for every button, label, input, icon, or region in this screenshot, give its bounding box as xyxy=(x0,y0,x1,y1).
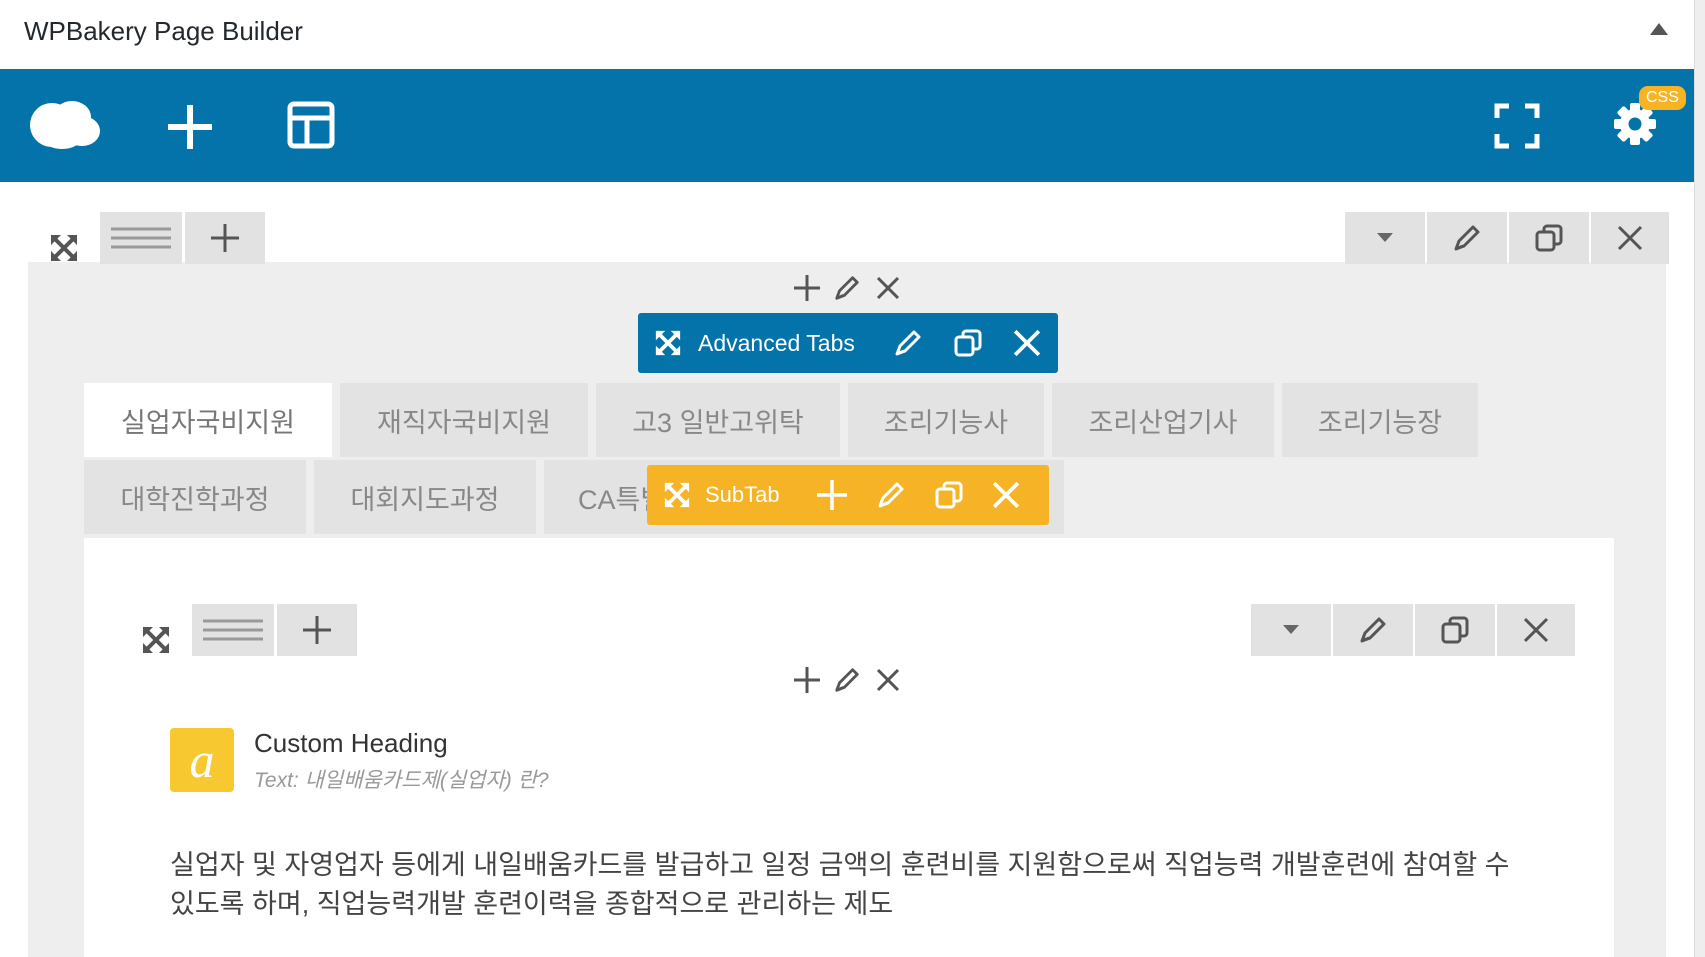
row-clone-button[interactable] xyxy=(1509,212,1589,264)
row-edit-button[interactable] xyxy=(1427,212,1507,264)
tab-unemployed-support[interactable]: 실업자국비지원 xyxy=(84,383,332,457)
inner-row-add-column-button[interactable] xyxy=(277,604,357,656)
advanced-tabs-edit-icon[interactable] xyxy=(893,328,923,358)
row-expand-icon[interactable] xyxy=(44,222,84,274)
text-block-content[interactable]: 실업자 및 자영업자 등에게 내일배움카드를 발급하고 일정 금액의 훈련비를 … xyxy=(170,846,1510,924)
css-badge[interactable]: CSS xyxy=(1639,86,1686,110)
row-delete-button[interactable] xyxy=(1591,212,1669,264)
tab-competition-coaching[interactable]: 대회지도과정 xyxy=(314,460,536,534)
add-element-icon[interactable] xyxy=(166,103,214,151)
tab-high-school-consignment[interactable]: 고3 일반고위탁 xyxy=(596,383,840,457)
subtab-clone-icon[interactable] xyxy=(934,480,964,510)
advanced-tabs-bar[interactable]: Advanced Tabs xyxy=(638,313,1058,373)
subtab-bar[interactable]: SubTab xyxy=(647,465,1049,525)
advanced-tabs-move-icon[interactable] xyxy=(654,329,682,357)
tab-employed-support[interactable]: 재직자국비지원 xyxy=(340,383,588,457)
inner-column-delete-icon[interactable] xyxy=(871,662,905,698)
inner-column-edit-icon[interactable] xyxy=(830,662,864,698)
row-add-column-button[interactable] xyxy=(185,212,265,264)
advanced-tabs-label: Advanced Tabs xyxy=(698,329,855,356)
inner-row-clone-button[interactable] xyxy=(1415,604,1495,656)
inner-row-toggle-button[interactable] xyxy=(1251,604,1331,656)
tab-cook-industrial-engineer[interactable]: 조리산업기사 xyxy=(1052,383,1274,457)
fullscreen-icon[interactable] xyxy=(1494,103,1540,149)
templates-icon[interactable] xyxy=(287,101,335,149)
custom-heading-icon[interactable]: a xyxy=(170,728,234,792)
column-delete-icon[interactable] xyxy=(871,270,905,306)
collapse-arrow-icon[interactable] xyxy=(1650,22,1668,36)
page-builder-header: WPBakery Page Builder xyxy=(0,0,1694,69)
tab-university-admission[interactable]: 대학진학과정 xyxy=(84,460,306,534)
builder-toolbar: CSS xyxy=(0,69,1694,182)
subtab-move-icon[interactable] xyxy=(663,481,691,509)
row-drag-handle[interactable] xyxy=(100,212,182,264)
tab-cook-technician[interactable]: 조리기능사 xyxy=(848,383,1044,457)
row-toggle-button[interactable] xyxy=(1345,212,1425,264)
custom-heading-subtitle: Text: 내일배움카드제(실업자) 란? xyxy=(254,769,549,792)
tab-cook-master[interactable]: 조리기능장 xyxy=(1282,383,1478,457)
subtab-add-icon[interactable] xyxy=(816,479,848,511)
subtab-label: SubTab xyxy=(705,482,780,507)
column-add-icon[interactable] xyxy=(790,270,824,306)
advanced-tabs-delete-icon[interactable] xyxy=(1013,329,1041,357)
advanced-tabs-clone-icon[interactable] xyxy=(953,328,983,358)
inner-column-add-icon[interactable] xyxy=(790,662,824,698)
custom-heading-title[interactable]: Custom Heading xyxy=(254,728,448,759)
inner-row-delete-button[interactable] xyxy=(1497,604,1575,656)
subtab-edit-icon[interactable] xyxy=(876,480,906,510)
inner-row-drag-handle[interactable] xyxy=(192,604,274,656)
page-edge xyxy=(1694,0,1705,957)
page-builder-title: WPBakery Page Builder xyxy=(24,16,303,46)
inner-row-expand-icon[interactable] xyxy=(136,614,176,666)
wpbakery-logo-icon[interactable] xyxy=(28,97,102,157)
column-edit-icon[interactable] xyxy=(830,270,864,306)
subtab-delete-icon[interactable] xyxy=(992,481,1020,509)
inner-row-edit-button[interactable] xyxy=(1333,604,1413,656)
